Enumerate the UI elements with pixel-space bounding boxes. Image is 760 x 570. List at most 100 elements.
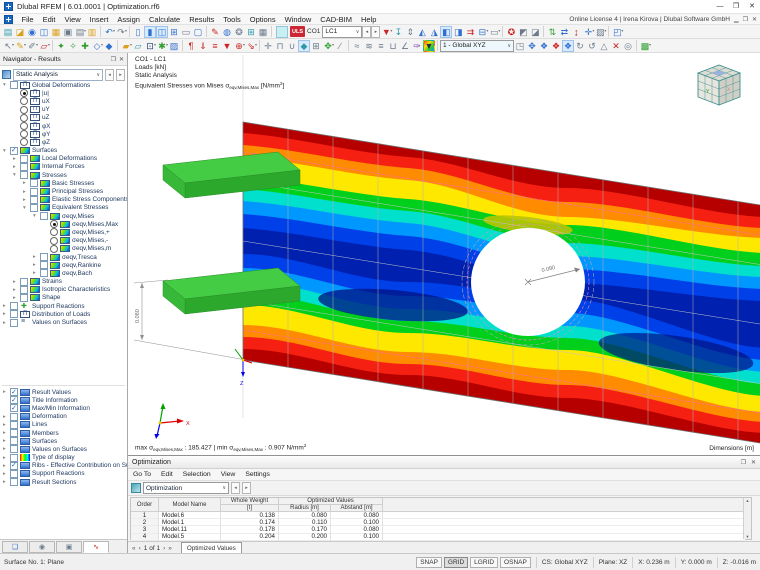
t2-refine-icon[interactable]: ▱ — [132, 40, 144, 52]
tree-ribs-effective-contribution[interactable]: Ribs - Effective Contribution on Sur... — [0, 462, 127, 470]
close-icon[interactable]: ✕ — [751, 459, 756, 466]
t1-result-arrows-icon[interactable]: ⇉ — [464, 26, 476, 38]
expander-icon[interactable] — [23, 205, 30, 211]
nav-tab-display[interactable]: ◉ — [29, 541, 55, 553]
t2-support-icon[interactable]: ⊡ — [144, 39, 156, 52]
table-row[interactable]: 2 Model.1 0.174 0.110 0.100 — [131, 519, 745, 527]
t1-compare-icon[interactable]: ⇕ — [404, 26, 416, 38]
t2-section-icon[interactable]: ▨ — [168, 40, 180, 52]
t2-plane-icon[interactable]: ⊞ — [310, 40, 322, 52]
t1-redo-icon[interactable]: ↷ — [115, 25, 127, 38]
expander-icon[interactable] — [23, 189, 30, 195]
t2-draw-icon[interactable]: ✎ — [14, 39, 26, 52]
tree-support-reactions-display[interactable]: Support Reactions — [0, 469, 127, 478]
t2-distribute-icon[interactable]: ≋ — [363, 40, 375, 52]
expander-icon[interactable] — [3, 82, 10, 88]
t2-annotate-icon[interactable]: ✐ — [26, 39, 38, 52]
expander-icon[interactable] — [13, 279, 20, 285]
next-result-button[interactable]: ▸ — [116, 68, 125, 81]
t1-sheet-icon[interactable]: ▭ — [180, 26, 192, 38]
maximize-button[interactable]: ❐ — [728, 0, 744, 13]
optimization-table[interactable]: Order Model Name Whole Weight [t] Optimi… — [130, 497, 752, 541]
menu-item[interactable]: Go To — [128, 471, 156, 478]
tree-item-control[interactable] — [10, 412, 18, 421]
t1-axes-z-icon[interactable]: ↨ — [570, 26, 582, 38]
t2-center-icon[interactable]: ✥ — [526, 40, 538, 52]
t2-view-xy-icon[interactable]: ❖ — [538, 40, 550, 52]
tree-u-x[interactable]: uX — [0, 97, 127, 106]
t1-snapshot-icon[interactable]: ▦ — [50, 26, 62, 38]
tree-basic-stresses[interactable]: Basic Stresses — [0, 179, 127, 188]
doc-minimize-icon[interactable]: ▁ — [734, 16, 739, 23]
tree-support-reactions[interactable]: Support Reactions — [0, 302, 127, 311]
t1-axes-all-icon[interactable]: ✛ — [582, 25, 595, 38]
expander-icon[interactable] — [33, 213, 40, 219]
t2-free-load-icon[interactable]: ⊕ — [233, 39, 245, 52]
tree-phi-x[interactable]: φX — [0, 122, 127, 131]
t1-layout-icon[interactable]: ▢ — [192, 26, 204, 38]
tree-sigma-eqv-tresca[interactable]: σeqv,Tresca — [0, 253, 127, 262]
tree-phi-y[interactable]: φY — [0, 130, 127, 139]
t1-print-icon[interactable]: ▤ — [74, 25, 86, 38]
osnap-toggle[interactable]: OSNAP — [500, 556, 531, 568]
t1-result-smooth-icon[interactable]: ◨ — [452, 26, 464, 38]
tree-global-deformations[interactable]: Global Deformations — [0, 81, 127, 90]
tree-item-control[interactable] — [10, 469, 18, 478]
t2-member-icon[interactable]: ✚ — [79, 40, 91, 52]
expander-icon[interactable] — [13, 287, 20, 293]
t1-generate-icon[interactable]: ⊞ — [245, 26, 257, 38]
tree-surfaces-display[interactable]: Surfaces — [0, 437, 127, 446]
col-header-order[interactable]: Order — [131, 498, 159, 512]
prev-load-case-button[interactable]: ◂ — [362, 25, 372, 38]
tree-item-control[interactable] — [20, 122, 28, 131]
t2-node-icon[interactable]: ✦ — [55, 40, 67, 52]
analysis-type-combo[interactable]: Static Analysis ∨ ◂ ▸ — [2, 68, 125, 81]
tree-result-sections[interactable]: Result Sections — [0, 478, 127, 487]
tree-item-control[interactable] — [20, 113, 28, 122]
menu-item[interactable]: Assign — [113, 15, 145, 24]
t1-undo-icon[interactable]: ↶ — [103, 25, 115, 38]
expander-icon[interactable] — [13, 172, 20, 178]
t1-zoom-icon[interactable]: ◍ — [221, 26, 233, 38]
tree-u-abs[interactable]: |u| — [0, 89, 127, 98]
tree-phi-z[interactable]: φZ — [0, 138, 127, 147]
tree-item-control[interactable] — [10, 147, 18, 155]
t2-orbit-icon[interactable]: ↻ — [574, 40, 586, 52]
tree-item-control[interactable] — [20, 277, 28, 286]
prev-table-button[interactable]: ◂ — [231, 482, 240, 494]
expander-icon[interactable] — [3, 320, 10, 326]
t1-diagram-icon[interactable]: ▨ — [594, 25, 606, 38]
prev-result-button[interactable]: ◂ — [105, 68, 114, 81]
t1-ruler-icon[interactable]: ▭ — [488, 25, 500, 38]
t1-find-icon[interactable]: ✪ — [505, 26, 517, 38]
tree-item-control[interactable] — [50, 228, 58, 237]
t1-tables-icon[interactable]: ▦ — [257, 26, 269, 38]
tree-item-control[interactable] — [20, 97, 28, 106]
tree-item-control[interactable] — [10, 404, 18, 413]
t2-view-yz-icon[interactable]: ❖ — [562, 39, 574, 52]
work-plane-combo[interactable]: 1 - Global XYZ ∨ — [440, 39, 514, 52]
t2-generate-load-icon[interactable]: ⇘ — [245, 39, 257, 52]
col-header-optimized-group[interactable]: Optimized Values — [279, 498, 383, 505]
tree-item-control[interactable] — [10, 310, 18, 319]
expander-icon[interactable] — [23, 180, 30, 186]
tree-strains[interactable]: Strains — [0, 277, 127, 286]
tree-item-control[interactable] — [40, 212, 48, 221]
grid-toggle[interactable]: GRID — [443, 556, 469, 568]
optimization-table-combo[interactable]: Optimization ∨ — [143, 482, 229, 494]
col-header-weight[interactable]: Whole Weight — [221, 498, 279, 505]
optimization-panel-header[interactable]: Optimization ❐ ✕ — [128, 456, 760, 469]
tree-result-values[interactable]: Result Values — [0, 388, 127, 397]
table-row[interactable]: 1 Model.6 0.138 0.080 0.080 — [131, 512, 745, 520]
t2-hinge-icon[interactable]: ✱ — [156, 39, 168, 52]
t1-panel-toggle-icon[interactable]: ◫ — [156, 25, 168, 38]
t2-load-case-icon[interactable]: ¶ — [185, 40, 197, 52]
expander-icon[interactable] — [3, 463, 10, 469]
t1-settings-icon[interactable]: ❂ — [233, 26, 245, 38]
expander-icon[interactable] — [3, 148, 10, 154]
close-icon[interactable]: ✕ — [119, 56, 124, 63]
t1-wire-view-icon[interactable]: ◪ — [529, 26, 541, 38]
t2-grid-icon[interactable]: ◆ — [298, 39, 310, 52]
t1-new-model-icon[interactable]: ▤ — [2, 26, 14, 38]
t1-open-icon[interactable]: ◪ — [14, 26, 26, 38]
